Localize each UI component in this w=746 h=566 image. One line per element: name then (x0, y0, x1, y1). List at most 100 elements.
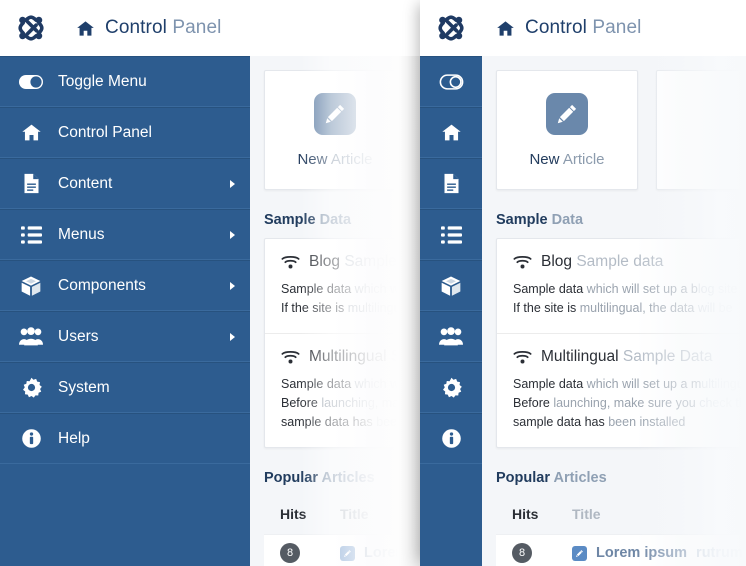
collapsed-admin-panel: Control Panel New Article Sample Data Bl… (420, 0, 746, 566)
list-item[interactable]: Multilingual Sample Data Sample data whi… (265, 334, 420, 447)
list-item-title-secondary: Sample data (576, 253, 664, 270)
text-strong: If the site is (513, 301, 577, 315)
sidebar-item-toggle-menu[interactable]: Toggle Menu (0, 56, 250, 107)
wifi-icon (281, 350, 300, 364)
gear-icon (441, 377, 462, 398)
sidebar-item-content[interactable]: Content (0, 158, 250, 209)
sidebar-item-menus[interactable] (420, 209, 482, 260)
list-item[interactable]: Blog Sample data Sample data which will … (497, 239, 746, 334)
page-title: Control Panel (482, 17, 641, 39)
article-title-primary: Lorem ipsum (364, 545, 420, 561)
list-item-title-secondary: Sample Data (390, 348, 420, 365)
sidebar-item-content[interactable] (420, 158, 482, 209)
article-title-cell[interactable]: Lorem ipsum rutrum (572, 545, 743, 561)
chevron-right-icon (230, 179, 235, 188)
quick-action-new-article[interactable]: New Article (264, 70, 406, 190)
text-strong: Sample data (513, 282, 584, 296)
column-header-title[interactable]: Title (340, 506, 369, 522)
quick-action-label-primary: New (297, 150, 328, 168)
hits-badge: 8 (512, 543, 532, 563)
users-icon (14, 327, 48, 346)
text-mid: been installed (604, 415, 686, 429)
sidebar-item-help[interactable]: Help (0, 413, 250, 464)
list-item-text: Sample data which will set up a multilin… (281, 375, 420, 394)
toggle-switch-icon (14, 74, 48, 90)
table-row[interactable]: 8 Lorem ipsum rutrum (496, 534, 746, 566)
sidebar-item-menus[interactable]: Menus (0, 209, 250, 260)
sidebar-item-system[interactable]: System (0, 362, 250, 413)
list-item[interactable]: Multilingual Sample Data Sample data whi… (497, 334, 746, 447)
column-header-hits[interactable]: Hits (512, 506, 572, 522)
document-icon (14, 173, 48, 194)
sidebar-item-label: Components (58, 276, 146, 294)
quick-action-label-primary: New (529, 150, 560, 168)
sidebar-item-help[interactable] (420, 413, 482, 464)
table-row[interactable]: 8 Lorem ipsum rutrum (264, 534, 420, 566)
hits-badge: 8 (280, 543, 300, 563)
sidebar-item-control-panel[interactable]: Control Panel (0, 107, 250, 158)
list-item-text: Sample data which will set up a blog sit… (281, 280, 420, 299)
list-item[interactable]: Blog Sample data Sample data which will … (265, 239, 420, 334)
page-title-primary: Control (105, 17, 167, 38)
joomla-logo[interactable] (0, 0, 62, 56)
text-strong: sample data has (281, 415, 373, 429)
page-title-primary: Control (525, 17, 587, 38)
popular-articles-heading: Popular Articles (496, 470, 746, 486)
toggle-switch-icon (439, 73, 464, 90)
sidebar-item-components[interactable]: Components (0, 260, 250, 311)
page-title: Control Panel (62, 17, 221, 39)
list-item-text: Before launching, make sure you check th… (513, 394, 746, 413)
quick-actions-row: New Article (496, 70, 746, 190)
main-content-area: New Article Sample Data (482, 56, 746, 566)
pencil-badge-icon (340, 545, 355, 561)
sidebar-item-users[interactable] (420, 311, 482, 362)
box-icon (14, 275, 48, 297)
list-item-text: Before launching, make sure you check th… (281, 394, 420, 413)
sample-data-list: Blog Sample data Sample data which will … (496, 238, 746, 448)
sidebar-item-control-panel[interactable] (420, 107, 482, 158)
sample-data-heading: Sample Data (496, 212, 746, 228)
sidebar-item-components[interactable] (420, 260, 482, 311)
wifi-icon (513, 350, 532, 364)
page-title-secondary: Panel (172, 17, 222, 38)
heading-secondary: Articles (553, 470, 607, 486)
hits-cell: 8 (280, 543, 340, 563)
joomla-logo[interactable] (420, 0, 482, 56)
sidebar-item-label: Help (58, 429, 90, 447)
list-item-title-primary: Multilingual (541, 348, 619, 365)
text-faint: ultilingual (701, 377, 746, 391)
text-faint: log site (697, 282, 738, 296)
text-mid: launching, make sure you (321, 396, 420, 410)
hits-cell: 8 (512, 543, 572, 563)
quick-action-placeholder[interactable] (656, 70, 746, 190)
article-title-secondary: rutrum (696, 545, 743, 561)
sidebar-item-system[interactable] (420, 362, 482, 413)
top-header-bar: Control Panel (420, 0, 746, 56)
wifi-icon (513, 255, 532, 269)
text-mid: multilingual, the data (576, 301, 695, 315)
expanded-admin-panel: Control Panel Toggle Menu Control Panel (0, 0, 420, 566)
text-strong: sample data has (513, 415, 605, 429)
joomla-logo-icon (18, 15, 44, 41)
text-mid: which will set up a m (583, 377, 702, 391)
info-icon (14, 428, 48, 449)
quick-action-new-article[interactable]: New Article (496, 70, 638, 190)
text-mid: been installed (376, 415, 420, 429)
article-title-cell[interactable]: Lorem ipsum rutrum (340, 545, 420, 561)
table-header-row: Hits Title (496, 496, 746, 534)
column-header-title[interactable]: Title (572, 506, 601, 522)
text-faint: check that (699, 396, 746, 410)
sidebar-item-users[interactable]: Users (0, 311, 250, 362)
text-strong: Sample data (281, 377, 352, 391)
text-mid: which will set up a b (583, 282, 698, 296)
list-item-title-secondary: Sample Data (622, 348, 713, 365)
heading-secondary: Articles (321, 470, 375, 486)
text-mid: which will set up a b (354, 282, 420, 296)
sidebar-item-toggle-menu[interactable] (420, 56, 482, 107)
home-icon (77, 20, 94, 36)
list-item-text: If the site is multilingual, the data wi… (281, 299, 420, 318)
sidebar-item-label: Toggle Menu (58, 72, 147, 90)
column-header-hits[interactable]: Hits (280, 506, 340, 522)
top-header-bar: Control Panel (0, 0, 420, 56)
text-strong: Before (281, 396, 318, 410)
